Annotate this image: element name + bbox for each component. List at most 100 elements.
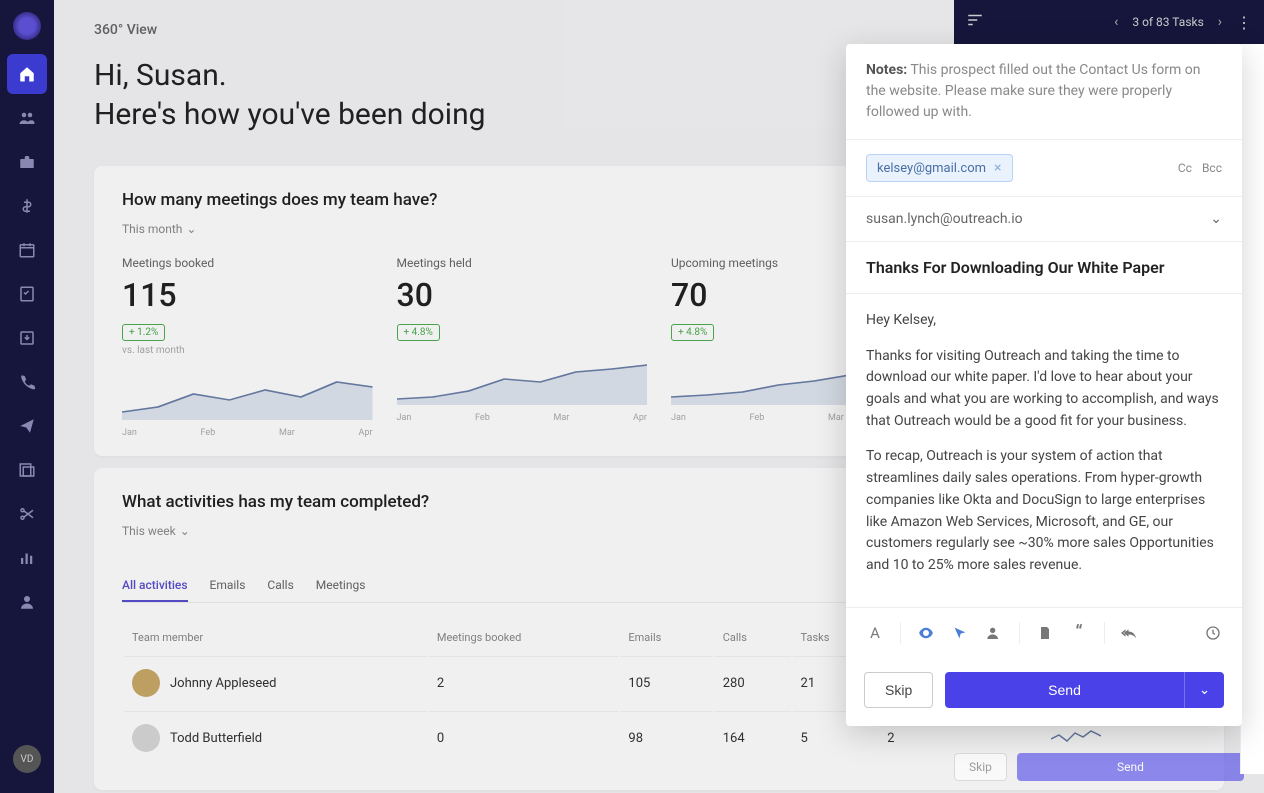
month-label: Feb <box>201 428 216 438</box>
send-dropdown-button[interactable]: ⌄ <box>1184 672 1224 708</box>
nav-briefcase[interactable] <box>7 142 47 182</box>
activities-filter-label: This week <box>122 524 176 538</box>
nav-person[interactable] <box>7 582 47 622</box>
reply-all-icon[interactable] <box>1115 618 1145 648</box>
compose-subject[interactable]: Thanks For Downloading Our White Paper <box>846 242 1242 294</box>
bcc-button[interactable]: Bcc <box>1202 161 1222 175</box>
document-icon[interactable] <box>1030 618 1060 648</box>
column-header: Emails <box>620 621 712 654</box>
nav-phone[interactable] <box>7 362 47 402</box>
nav-people[interactable] <box>7 98 47 138</box>
skip-button[interactable]: Skip <box>864 672 933 708</box>
month-label: Jan <box>397 413 412 423</box>
cc-button[interactable]: Cc <box>1178 161 1192 175</box>
chevron-down-icon: ⌄ <box>186 222 196 236</box>
activity-tab[interactable]: Meetings <box>316 570 366 602</box>
cell-emails: 105 <box>620 656 712 709</box>
column-header: Calls <box>715 621 791 654</box>
remove-recipient-icon[interactable]: × <box>994 160 1001 176</box>
metric-delta: + 1.2% <box>122 324 165 341</box>
column-header: Team member <box>124 621 427 654</box>
metric-delta: + 4.8% <box>397 324 440 341</box>
compose-from-dropdown[interactable]: susan.lynch@outreach.io ⌄ <box>846 197 1242 242</box>
quote-icon[interactable]: “ <box>1064 618 1094 648</box>
page-breadcrumb: 360° View <box>94 22 157 38</box>
notes-text: This prospect filled out the Contact Us … <box>866 62 1200 120</box>
schedule-icon[interactable] <box>1198 618 1228 648</box>
metric-label: Meetings booked <box>122 256 373 270</box>
body-paragraph-2: To recap, Outreach is your system of act… <box>866 446 1222 576</box>
column-header: Meetings booked <box>429 621 619 654</box>
sort-icon[interactable] <box>966 11 984 33</box>
recipient-chip[interactable]: kelsey@gmail.com × <box>866 154 1013 182</box>
nav-tasks[interactable] <box>7 274 47 314</box>
notes-label: Notes: <box>866 62 907 78</box>
month-label: Jan <box>671 413 686 423</box>
next-task-button[interactable]: › <box>1218 14 1222 30</box>
ghost-skip: Skip <box>954 753 1007 781</box>
member-name: Johnny Appleseed <box>170 676 276 691</box>
ghost-actions: Skip Send <box>954 753 1244 781</box>
body-greeting: Hey Kelsey, <box>866 310 1222 332</box>
month-label: Mar <box>828 413 844 423</box>
compose-toolbar: A “ <box>846 607 1242 658</box>
send-button[interactable]: Send <box>945 672 1184 708</box>
cursor-icon[interactable] <box>945 618 975 648</box>
greeting-line2: Here's how you've been doing <box>94 97 485 132</box>
activity-tab[interactable]: Emails <box>210 570 246 602</box>
email-compose-panel: Notes: This prospect filled out the Cont… <box>846 44 1242 726</box>
metric-value: 115 <box>122 276 373 314</box>
nav-library[interactable] <box>7 450 47 490</box>
compose-to-row[interactable]: kelsey@gmail.com × Cc Bcc <box>846 140 1242 197</box>
month-label: Jan <box>122 428 137 438</box>
user-avatar-badge[interactable]: VD <box>13 745 41 773</box>
meetings-filter-dropdown[interactable]: This month ⌄ <box>122 222 196 236</box>
metric-delta: + 4.8% <box>671 324 714 341</box>
compose-body[interactable]: Hey Kelsey, Thanks for visiting Outreach… <box>846 294 1242 607</box>
month-label: Mar <box>553 413 569 423</box>
from-email: susan.lynch@outreach.io <box>866 211 1023 227</box>
nav-inbox[interactable] <box>7 318 47 358</box>
metric-sub: vs. last month <box>122 345 373 356</box>
compose-notes: Notes: This prospect filled out the Cont… <box>846 44 1242 140</box>
task-bar: ‹ 3 of 83 Tasks › ⋮ <box>954 0 1264 44</box>
cell-emails: 98 <box>620 711 712 764</box>
nav-dollar[interactable] <box>7 186 47 226</box>
left-sidebar: VD <box>0 0 54 793</box>
eye-icon[interactable] <box>911 618 941 648</box>
nav-calendar[interactable] <box>7 230 47 270</box>
member-name: Todd Butterfield <box>170 731 262 746</box>
activity-tab[interactable]: All activities <box>122 570 188 602</box>
nav-analytics[interactable] <box>7 538 47 578</box>
metric-block: Meetings held 30 + 4.8% JanFebMarApr <box>397 256 648 432</box>
add-person-icon[interactable] <box>979 618 1009 648</box>
app-logo[interactable] <box>13 12 41 40</box>
activities-filter-dropdown[interactable]: This week ⌄ <box>122 524 190 538</box>
cell-meetings: 2 <box>429 656 619 709</box>
activity-tab[interactable]: Calls <box>267 570 293 602</box>
ghost-send: Send <box>1017 753 1244 781</box>
month-label: Feb <box>750 413 765 423</box>
nav-snippets[interactable] <box>7 494 47 534</box>
cell-meetings: 0 <box>429 711 619 764</box>
member-avatar <box>132 669 160 697</box>
prev-task-button[interactable]: ‹ <box>1114 14 1118 30</box>
format-text-icon[interactable]: A <box>860 618 890 648</box>
member-avatar <box>132 724 160 752</box>
task-menu-icon[interactable]: ⋮ <box>1236 13 1252 32</box>
task-position: 3 of 83 Tasks <box>1132 15 1203 29</box>
nav-send[interactable] <box>7 406 47 446</box>
month-label: Mar <box>279 428 295 438</box>
cell-calls: 280 <box>715 656 791 709</box>
month-label: Feb <box>475 413 490 423</box>
cell-calls: 164 <box>715 711 791 764</box>
metric-block: Meetings booked 115 + 1.2% vs. last mont… <box>122 256 373 432</box>
meetings-filter-label: This month <box>122 222 182 236</box>
month-label: Apr <box>633 413 647 423</box>
month-label: Apr <box>358 428 372 438</box>
nav-home[interactable] <box>7 54 47 94</box>
right-side-panel <box>1240 44 1264 774</box>
metric-sparkline: JanFebMarApr <box>397 357 648 417</box>
recipient-email: kelsey@gmail.com <box>877 161 986 176</box>
metric-value: 30 <box>397 276 648 314</box>
